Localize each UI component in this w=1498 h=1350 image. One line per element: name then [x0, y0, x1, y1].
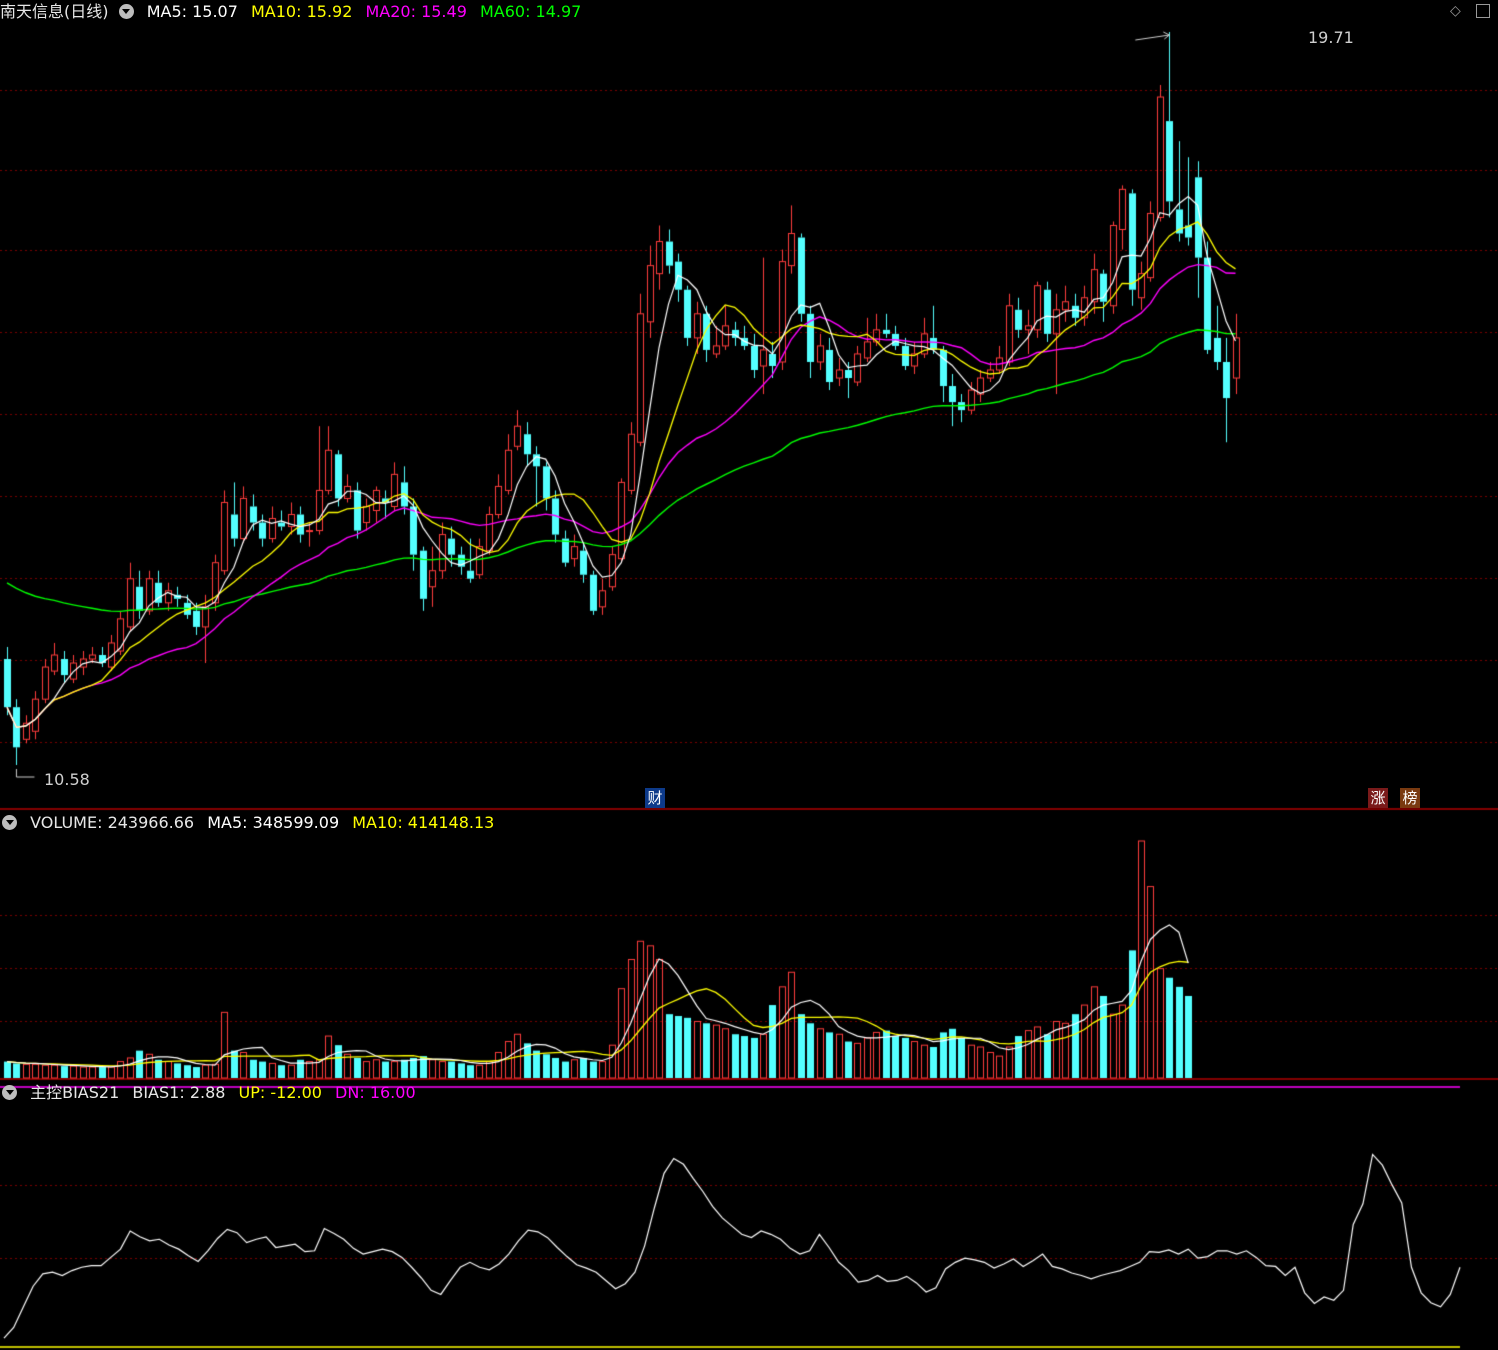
ma5-readout: MA5: 15.07 — [146, 2, 238, 21]
ma60-readout: MA60: 14.97 — [479, 2, 582, 21]
finance-badge[interactable]: 财 — [645, 788, 665, 808]
chevron-down-icon[interactable] — [2, 815, 17, 830]
low-price-label: 10.58 — [44, 770, 90, 789]
indicator-name[interactable]: 主控BIAS21 — [30, 1083, 119, 1102]
up-readout: UP: -12.00 — [238, 1083, 322, 1102]
dn-readout: DN: 16.00 — [335, 1083, 416, 1102]
ma20-readout: MA20: 15.49 — [365, 2, 467, 21]
limit-up-badge[interactable]: 涨 — [1368, 788, 1388, 808]
diamond-icon[interactable]: ◇ — [1450, 4, 1464, 18]
bias-pane-header: 主控BIAS21 BIAS1: 2.88 UP: -12.00 DN: 16.0… — [0, 1081, 424, 1105]
bias1-readout: BIAS1: 2.88 — [132, 1083, 226, 1102]
volume-pane-header: VOLUME: 243966.66 MA5: 348599.09 MA10: 4… — [0, 811, 502, 835]
volume-ma10-readout: MA10: 414148.13 — [352, 813, 495, 832]
chevron-down-icon[interactable] — [2, 1085, 17, 1100]
ma10-readout: MA10: 15.92 — [251, 2, 353, 21]
ranking-badge[interactable]: 榜 — [1400, 788, 1420, 808]
main-pane-header: 南天信息(日线) MA5: 15.07 MA10: 15.92 MA20: 15… — [0, 0, 589, 24]
stock-name[interactable]: 南天信息(日线) — [0, 2, 109, 21]
volume-ma5-readout: MA5: 348599.09 — [207, 813, 340, 832]
kline-chart-canvas[interactable] — [0, 0, 1498, 1350]
high-price-label: 19.71 — [1308, 28, 1354, 47]
volume-readout: VOLUME: 243966.66 — [30, 813, 195, 832]
chevron-down-icon[interactable] — [118, 4, 134, 19]
restore-window-icon[interactable] — [1476, 4, 1490, 18]
